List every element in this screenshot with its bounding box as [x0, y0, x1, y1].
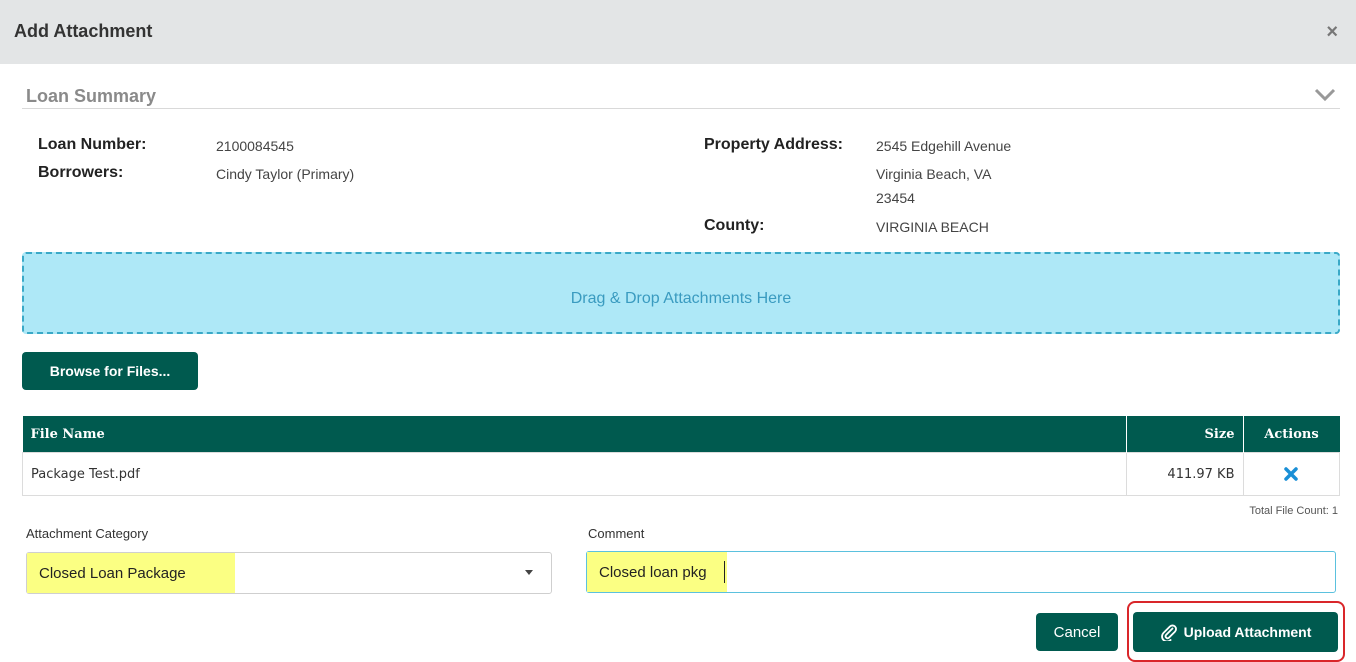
- loan-summary-title: Loan Summary: [26, 86, 157, 106]
- comment-value: Closed loan pkg: [587, 552, 727, 592]
- total-file-count: Total File Count: 1: [1249, 505, 1338, 517]
- file-size-cell: 411.97 KB: [1125, 452, 1244, 496]
- comment-label: Comment: [588, 526, 645, 541]
- upload-attachment-label: Upload Attachment: [1183, 624, 1312, 640]
- browse-files-button[interactable]: Browse for Files...: [22, 352, 198, 390]
- file-name-cell: Package Test.pdf: [22, 452, 1127, 496]
- modal-header: Add Attachment ×: [0, 0, 1356, 64]
- comment-input[interactable]: Closed loan pkg: [586, 551, 1336, 593]
- county-value: VIRGINIA BEACH: [876, 219, 989, 235]
- upload-attachment-button[interactable]: Upload Attachment: [1133, 612, 1338, 652]
- loan-summary-header[interactable]: Loan Summary: [22, 84, 1340, 109]
- column-header-file-name: File Name: [22, 416, 1127, 453]
- borrowers-value: Cindy Taylor (Primary): [216, 166, 355, 182]
- drop-zone[interactable]: Drag & Drop Attachments Here: [22, 252, 1340, 334]
- column-header-actions: Actions: [1243, 416, 1340, 453]
- drop-zone-text: Drag & Drop Attachments Here: [570, 290, 792, 307]
- attachment-category-label: Attachment Category: [26, 526, 149, 541]
- cancel-button[interactable]: Cancel: [1036, 613, 1118, 651]
- table-row: Package Test.pdf 411.97 KB: [22, 452, 1340, 496]
- close-button[interactable]: ×: [1326, 22, 1338, 42]
- address-line1: 2545 Edgehill Avenue: [876, 138, 1012, 154]
- paperclip-icon: [1160, 624, 1177, 641]
- file-table: File Name Size Actions Package Test.pdf …: [22, 416, 1340, 496]
- borrowers-label: Borrowers:: [38, 164, 124, 181]
- table-header-row: File Name Size Actions: [22, 416, 1340, 453]
- remove-x-icon[interactable]: [1284, 467, 1298, 481]
- dropdown-caret-icon[interactable]: [525, 570, 533, 575]
- loan-number-label: Loan Number:: [38, 136, 147, 153]
- attachment-category-value: Closed Loan Package: [27, 553, 235, 593]
- chevron-down-icon[interactable]: [1314, 88, 1336, 102]
- loan-number-value: 2100084545: [216, 138, 294, 154]
- text-cursor: [724, 561, 725, 583]
- attachment-category-select[interactable]: Closed Loan Package: [26, 552, 552, 594]
- modal-title: Add Attachment: [14, 21, 153, 41]
- actions-cell: [1242, 452, 1340, 496]
- address-line2: Virginia Beach, VA: [876, 166, 992, 182]
- property-address-label: Property Address:: [704, 136, 843, 153]
- county-label: County:: [704, 217, 765, 234]
- address-line3: 23454: [876, 190, 915, 206]
- column-header-size: Size: [1126, 416, 1244, 453]
